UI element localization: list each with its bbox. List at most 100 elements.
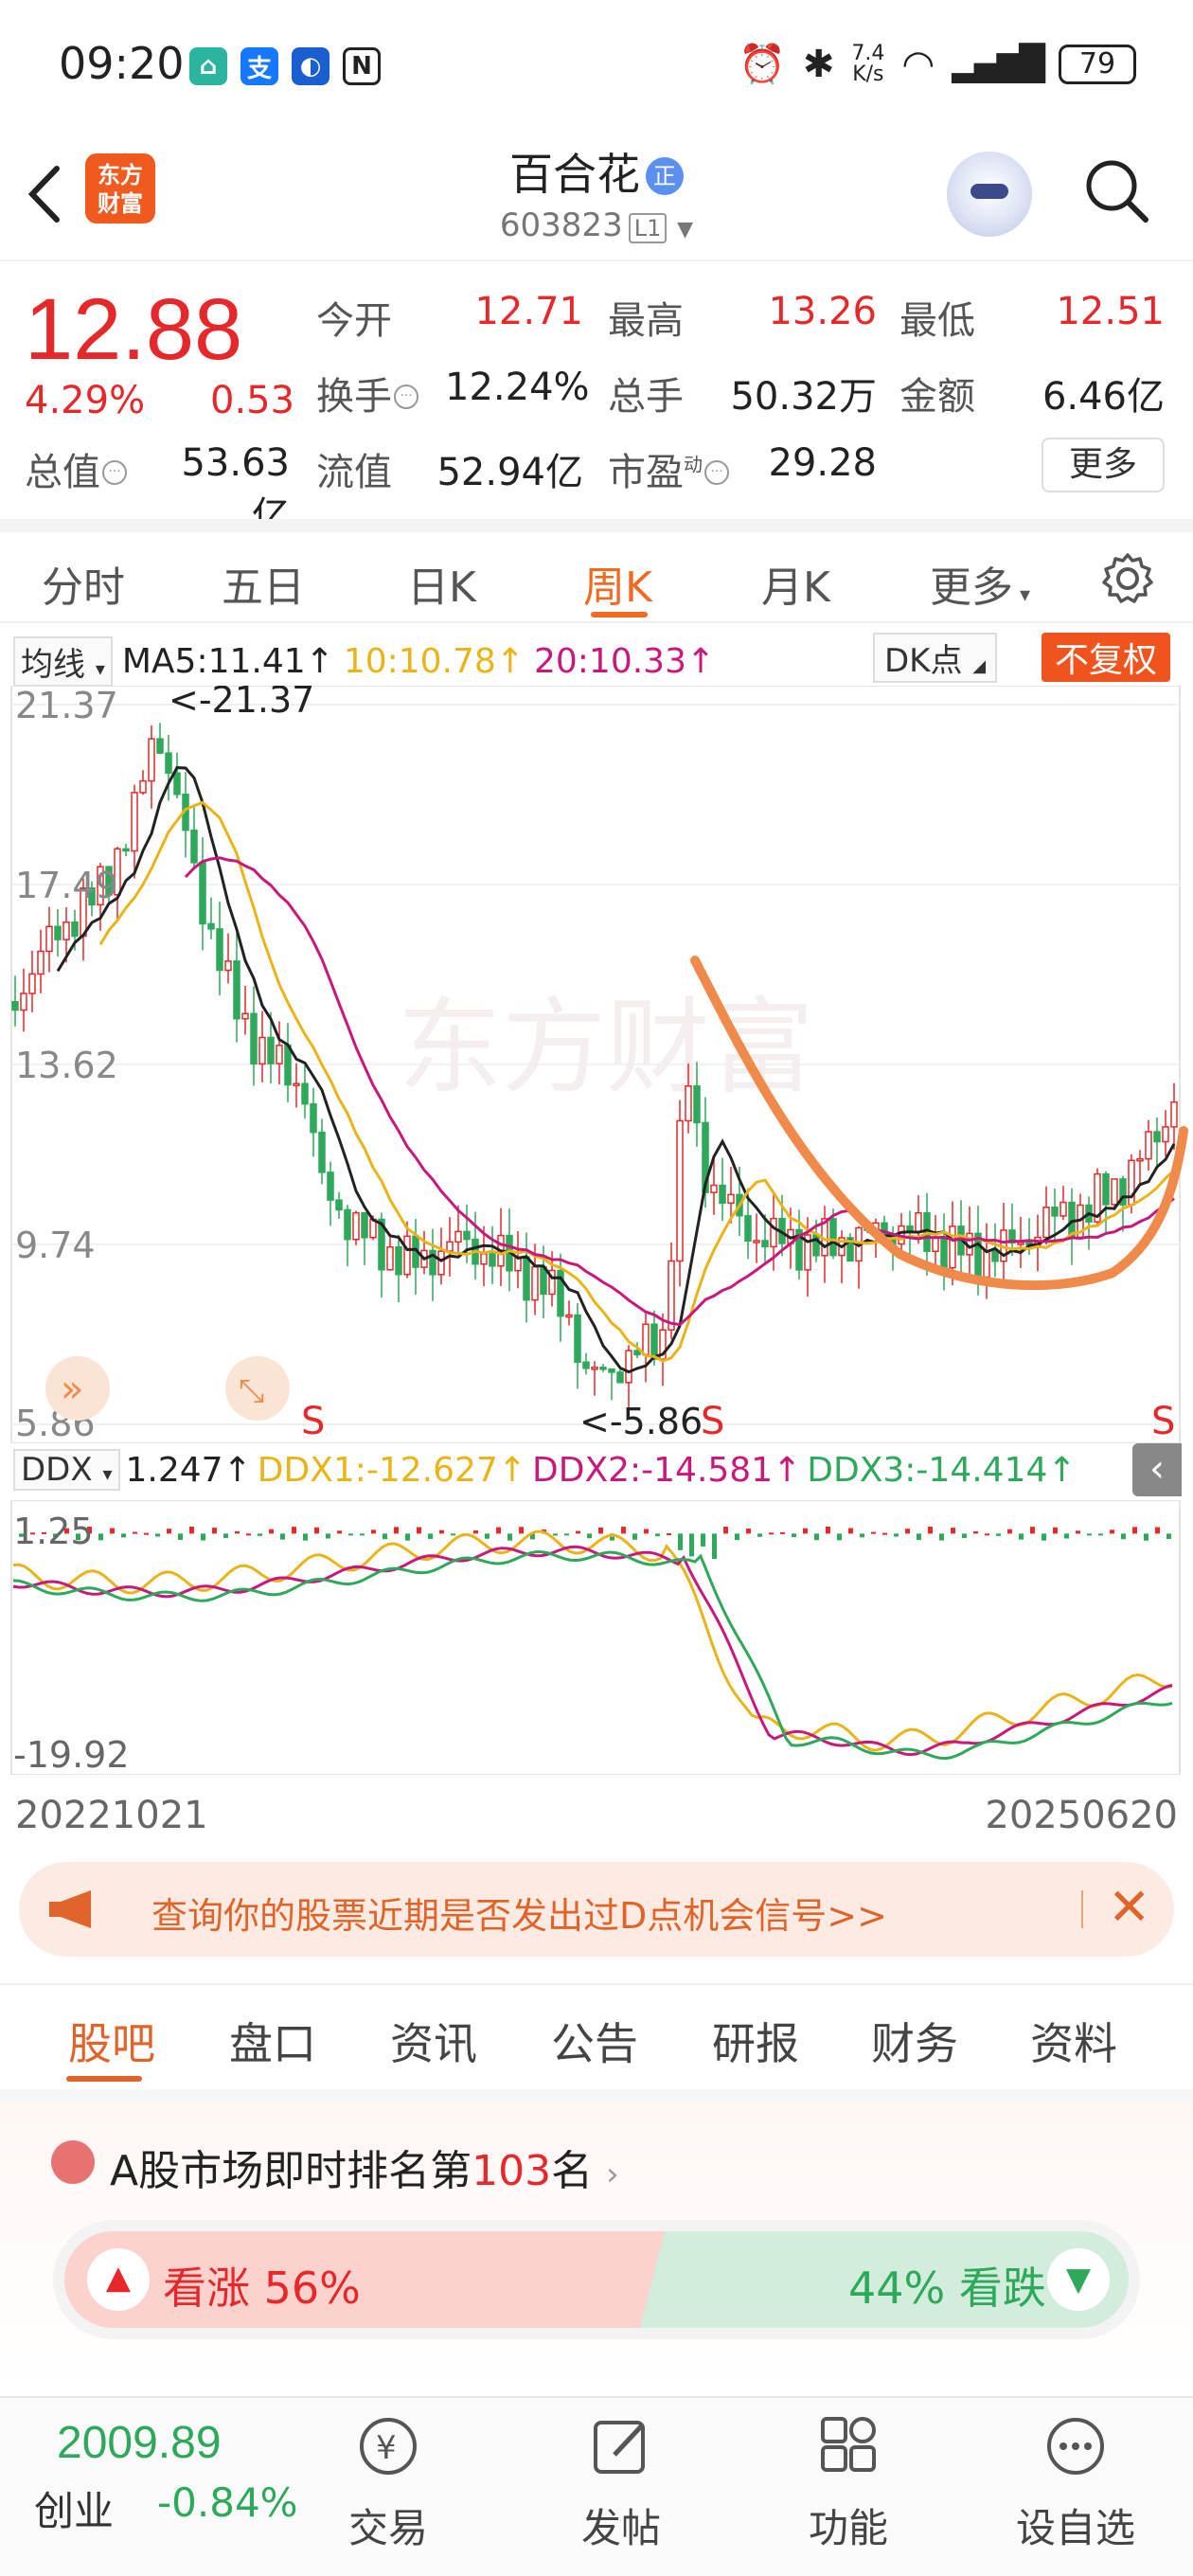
tab-announcements[interactable]: 公告 xyxy=(551,2010,638,2072)
ddx-bar xyxy=(178,1533,183,1540)
candle-body xyxy=(676,1119,684,1262)
candle-body xyxy=(991,1250,999,1262)
arrow-up-icon[interactable]: ▲ xyxy=(87,2248,150,2311)
candle-body xyxy=(710,1184,718,1193)
ddx-bar xyxy=(519,1527,524,1534)
info-icon[interactable]: ··· xyxy=(704,460,729,485)
ddx3-value: DDX3:-14.414↑ xyxy=(807,1450,1077,1490)
ddx-select[interactable]: DDX ▾ xyxy=(13,1449,120,1491)
indicator-select[interactable]: 均线 ▾ xyxy=(13,636,113,687)
dk-point-button[interactable]: DK点 ◢ xyxy=(873,633,998,683)
tab-intraday[interactable]: 分时 xyxy=(42,553,125,614)
arrow-down-icon[interactable]: ▼ xyxy=(1047,2248,1110,2311)
ddx-bar xyxy=(564,1533,569,1536)
bluetooth-icon: ✱ xyxy=(802,42,835,86)
index-change[interactable]: -0.84% xyxy=(157,2479,298,2526)
bearish-label[interactable]: 44% 看跌 xyxy=(848,2254,1046,2317)
kline-chart-area: 均线 ▾ MA5:11.41↑ 10:10.78↑ 20:10.33↑ DK点 … xyxy=(0,623,1193,1837)
start-date-label: 20221021 xyxy=(15,1794,208,1837)
index-value[interactable]: 2009.89 xyxy=(57,2417,222,2469)
candle-body xyxy=(454,1230,462,1243)
notification-icons: ⌂ 支 ◐ N xyxy=(189,47,381,85)
ddx-bar xyxy=(428,1533,433,1539)
candle-body xyxy=(1059,1201,1067,1217)
ddx-bar xyxy=(1121,1533,1126,1540)
nav-post[interactable]: 发帖 xyxy=(555,2413,687,2554)
tab-financials[interactable]: 财务 xyxy=(871,2010,958,2072)
candle-body xyxy=(599,1367,607,1370)
max-price-label: <-21.37 xyxy=(169,686,314,721)
tab-order-book[interactable]: 盘口 xyxy=(229,2010,316,2072)
ddx-bar xyxy=(678,1533,683,1550)
more-button[interactable]: 更多 xyxy=(1042,438,1165,492)
candle-body xyxy=(258,1036,266,1065)
ddx-bar xyxy=(644,1529,649,1534)
status-time: 09:20 xyxy=(59,38,185,89)
candle-body xyxy=(45,925,53,953)
candle-body xyxy=(148,738,155,782)
ddx-bar xyxy=(803,1528,808,1534)
gear-icon[interactable] xyxy=(1100,551,1155,606)
float-cap-label: 流值 xyxy=(316,451,392,494)
ddx-bar xyxy=(155,1533,160,1537)
tab-weekly-k[interactable]: 周K xyxy=(583,553,652,614)
ranking-text[interactable]: A股市场即时排名第103名 › xyxy=(110,2137,619,2197)
bullish-label[interactable]: 看涨 56% xyxy=(163,2254,361,2317)
tab-daily-k[interactable]: 日K xyxy=(407,553,476,614)
robot-assistant-icon[interactable] xyxy=(947,152,1032,237)
tab-more[interactable]: 更多 ▾ xyxy=(930,553,1030,614)
candle-body xyxy=(361,1211,368,1239)
candle-body xyxy=(139,779,147,794)
nav-watchlist[interactable]: 设自选 xyxy=(1009,2413,1142,2554)
index-name[interactable]: 创业 xyxy=(34,2479,114,2537)
candlestick-chart[interactable]: 东方财富 21.3717.4913.629.745.86 <-21.37 <-5… xyxy=(0,686,1193,1443)
ma-legend: 均线 ▾ MA5:11.41↑ 10:10.78↑ 20:10.33↑ xyxy=(13,636,715,687)
candle-body xyxy=(352,1211,360,1241)
ddx-bar xyxy=(110,1528,115,1534)
bank-app-icon: ◐ xyxy=(292,47,329,85)
change-amount: 0.53 xyxy=(210,379,295,422)
ddx-bar xyxy=(973,1530,978,1534)
candle-body xyxy=(54,925,62,940)
y-tick-label: 13.62 xyxy=(15,1045,118,1086)
candle-body xyxy=(395,1245,402,1276)
ddx-bar xyxy=(371,1530,376,1534)
dk-signal-banner[interactable]: 查询你的股票近期是否发出过D点机会信号>> ✕ xyxy=(19,1862,1174,1957)
candle-body xyxy=(1017,1242,1024,1245)
nav-trade[interactable]: ¥ 交易 xyxy=(322,2413,454,2554)
ddx-bar xyxy=(1042,1533,1046,1541)
tab-five-day[interactable]: 五日 xyxy=(222,553,305,614)
fullscreen-icon[interactable]: ⤡ xyxy=(225,1356,290,1421)
candle-body xyxy=(463,1230,471,1241)
ddx-chart[interactable]: 1.25 -19.92 xyxy=(0,1500,1193,1775)
candle-body xyxy=(241,1012,249,1020)
tab-profile[interactable]: 资料 xyxy=(1030,2010,1117,2072)
ddx-bar xyxy=(144,1532,149,1535)
tab-monthly-k[interactable]: 月K xyxy=(761,553,830,614)
y-tick-label: 9.74 xyxy=(15,1225,96,1266)
candle-body xyxy=(267,1036,275,1064)
banner-text: 查询你的股票近期是否发出过D点机会信号>> xyxy=(151,1895,887,1937)
nav-functions[interactable]: 功能 xyxy=(782,2413,915,2554)
status-bar: 09:20 ⌂ 支 ◐ N ⏰ ✱ 7.4 K/s ◠ ▂▄▆█ 79 xyxy=(0,0,1193,133)
ddx-bar xyxy=(405,1533,410,1541)
collapse-panel-button[interactable]: ‹ xyxy=(1132,1443,1182,1496)
expand-arrows-icon[interactable]: » xyxy=(45,1356,110,1421)
search-icon[interactable] xyxy=(1083,157,1149,224)
tab-forum[interactable]: 股吧 xyxy=(68,2010,155,2072)
info-icon[interactable]: ··· xyxy=(102,460,127,485)
high-value: 13.26 xyxy=(768,290,877,333)
candle-body xyxy=(582,1361,590,1369)
ddx-bar xyxy=(928,1527,933,1534)
tab-research[interactable]: 研报 xyxy=(712,2010,799,2072)
active-tab-indicator xyxy=(591,612,648,617)
info-icon[interactable]: ··· xyxy=(394,385,418,409)
candle-body xyxy=(949,1225,956,1269)
ddx-bar xyxy=(314,1527,319,1534)
close-icon[interactable]: ✕ xyxy=(1108,1877,1150,1937)
float-cap-value: 52.94亿 xyxy=(436,451,583,494)
ddx-bar xyxy=(473,1530,478,1534)
tab-news[interactable]: 资讯 xyxy=(390,2010,477,2072)
adjust-button[interactable]: 不复权 xyxy=(1042,633,1171,682)
ddx-bar xyxy=(882,1532,887,1535)
